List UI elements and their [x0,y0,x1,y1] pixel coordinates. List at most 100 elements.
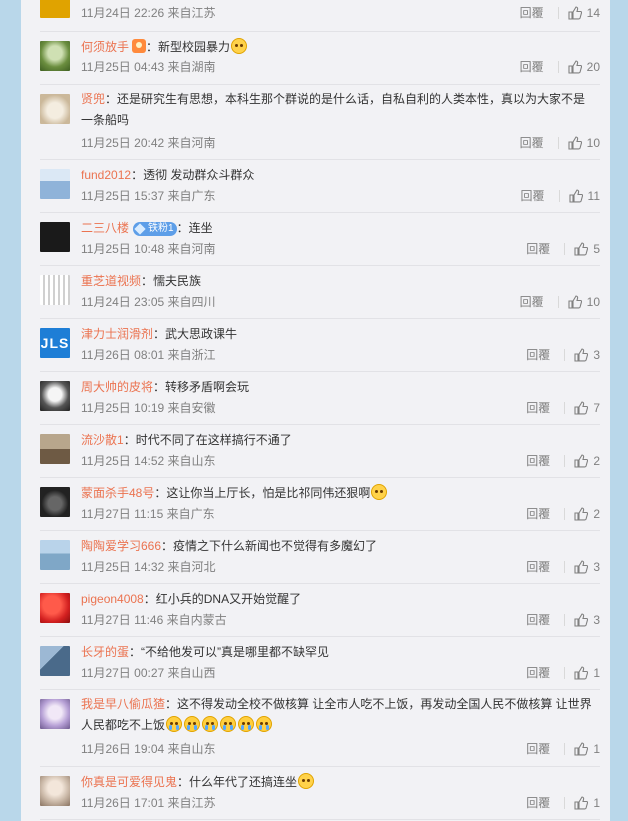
divider [564,561,566,573]
reply-button[interactable]: 回覆 [526,740,550,758]
like-count: 2 [593,454,600,468]
like-button[interactable]: 3 [574,611,600,629]
thumbs-up-icon [568,295,582,309]
username[interactable]: 你真是可爱得见鬼 [81,775,177,789]
comment-time: 11月25日 10:19 [81,401,165,415]
comment-body: 陶陶爱学习666：疫情之下什么新闻也不觉得有多魔幻了 [81,536,600,557]
like-count: 3 [593,560,600,574]
avatar[interactable] [40,699,70,729]
like-count: 1 [593,796,600,810]
like-button[interactable]: 1 [574,740,600,758]
avatar[interactable] [40,41,70,71]
divider [564,243,566,255]
username[interactable]: pigeon4008 [81,592,144,606]
like-count: 14 [586,6,600,20]
avatar[interactable] [40,776,70,806]
reply-button[interactable]: 回覆 [526,399,550,417]
like-button[interactable]: 3 [574,346,600,364]
comment-time: 11月25日 14:52 [81,454,165,468]
like-button[interactable]: 20 [568,58,600,76]
avatar[interactable] [40,222,70,252]
avatar[interactable] [40,94,70,124]
username[interactable]: 陶陶爱学习666 [81,539,161,553]
comment-text: ：时代不同了在这样搞行不通了 [123,433,292,447]
username[interactable]: 流沙散1 [81,433,124,447]
comment-actions: 回覆 10 [520,293,600,311]
like-button[interactable]: 14 [568,4,600,22]
reply-button[interactable]: 回覆 [520,4,544,22]
divider [557,61,559,73]
comment-item: pigeon4008：红小兵的DNA又开始觉醒了 11月27日 11:46 来自… [40,583,600,637]
comment-item: 何须放手 ：新型校园暴力 11月25日 04:43 来自湖南 回覆 20 [40,31,600,85]
like-button[interactable]: 11 [568,187,600,205]
like-count: 5 [593,242,600,256]
comment-item: 蒙面杀手48号：这让你当上厅长，怕是比祁同伟还狠啊 11月27日 11:15 来… [40,477,600,531]
username[interactable]: 周大帅的皮将 [81,380,153,394]
like-button[interactable]: 3 [574,558,600,576]
avatar[interactable] [40,275,70,305]
reply-button[interactable]: 回覆 [526,794,550,812]
like-button[interactable]: 5 [574,240,600,258]
comment-time: 11月24日 23:05 [81,295,165,309]
thumbs-up-icon [574,613,589,627]
username[interactable]: 我是早八偷瓜猹 [81,697,165,711]
thumbs-up-icon [574,401,589,415]
reply-button[interactable]: 回覆 [520,293,544,311]
like-button[interactable]: 10 [568,134,600,152]
like-button[interactable]: 10 [568,293,600,311]
reply-button[interactable]: 回覆 [526,452,550,470]
reply-button[interactable]: 回覆 [526,505,550,523]
username[interactable]: 蒙面杀手48号 [81,486,154,500]
comment-meta: 11月25日 20:42 来自河南 [81,134,216,152]
reply-button[interactable]: 回覆 [520,134,544,152]
reply-button[interactable]: 回覆 [526,664,550,682]
comment-text: ：这不得发动全校不做核算 让全市人吃不上饭，再发动全国人民不做核算 让世界 [165,697,592,711]
username[interactable]: 何须放手 [81,40,129,54]
reply-button[interactable]: 回覆 [526,346,550,364]
comment-text-continued: 一条船吗 [81,113,130,127]
avatar[interactable] [40,0,70,18]
username[interactable]: 长牙的蛋 [81,645,129,659]
comment-meta: 11月26日 19:04 来自山东 [81,740,216,758]
comment-body: 流沙散1：时代不同了在这样搞行不通了 [81,430,600,451]
comment-location: 来自江苏 [167,796,216,810]
thumbs-up-icon [574,796,589,810]
divider [564,667,566,679]
comment-time: 11月27日 00:27 [81,666,165,680]
reply-button[interactable]: 回覆 [520,58,544,76]
comment-item: 11月24日 22:26 来自江苏 回覆 14 [40,0,600,32]
comment-meta: 11月24日 22:26 来自江苏 [81,4,216,22]
comment-actions: 回覆 14 [520,4,600,22]
like-button[interactable]: 1 [574,794,600,812]
avatar[interactable] [40,593,70,623]
comment-time: 11月24日 22:26 [81,6,165,20]
username[interactable]: 重芝道视频 [81,274,141,288]
avatar[interactable] [40,381,70,411]
avatar[interactable] [40,540,70,570]
like-count: 10 [586,295,600,309]
username[interactable]: 贤兜 [81,92,105,106]
like-count: 11 [587,189,600,203]
avatar[interactable] [40,487,70,517]
username[interactable]: 二三八楼 [81,221,129,235]
comment-item: 二三八楼 铁粉1 ：连坐 11月25日 10:48 来自河南 回覆 5 [40,212,600,266]
reply-button[interactable]: 回覆 [521,187,545,205]
avatar[interactable] [40,169,70,199]
reply-button[interactable]: 回覆 [526,611,550,629]
username[interactable]: fund2012 [81,168,131,182]
like-button[interactable]: 2 [574,452,600,470]
avatar[interactable] [40,434,70,464]
comment-time: 11月26日 17:01 [81,796,165,810]
like-button[interactable]: 7 [574,399,600,417]
username[interactable]: 津力士润滑剂 [81,327,153,341]
avatar[interactable] [40,646,70,676]
like-button[interactable]: 2 [574,505,600,523]
comment-meta: 11月27日 11:15 来自广东 [81,505,215,523]
comment-location: 来自山东 [167,742,216,756]
avatar[interactable]: JLS [40,328,70,358]
thumbs-up-icon [568,60,582,74]
comment-actions: 回覆 2 [526,452,600,470]
reply-button[interactable]: 回覆 [526,240,550,258]
reply-button[interactable]: 回覆 [526,558,550,576]
like-button[interactable]: 1 [574,664,600,682]
